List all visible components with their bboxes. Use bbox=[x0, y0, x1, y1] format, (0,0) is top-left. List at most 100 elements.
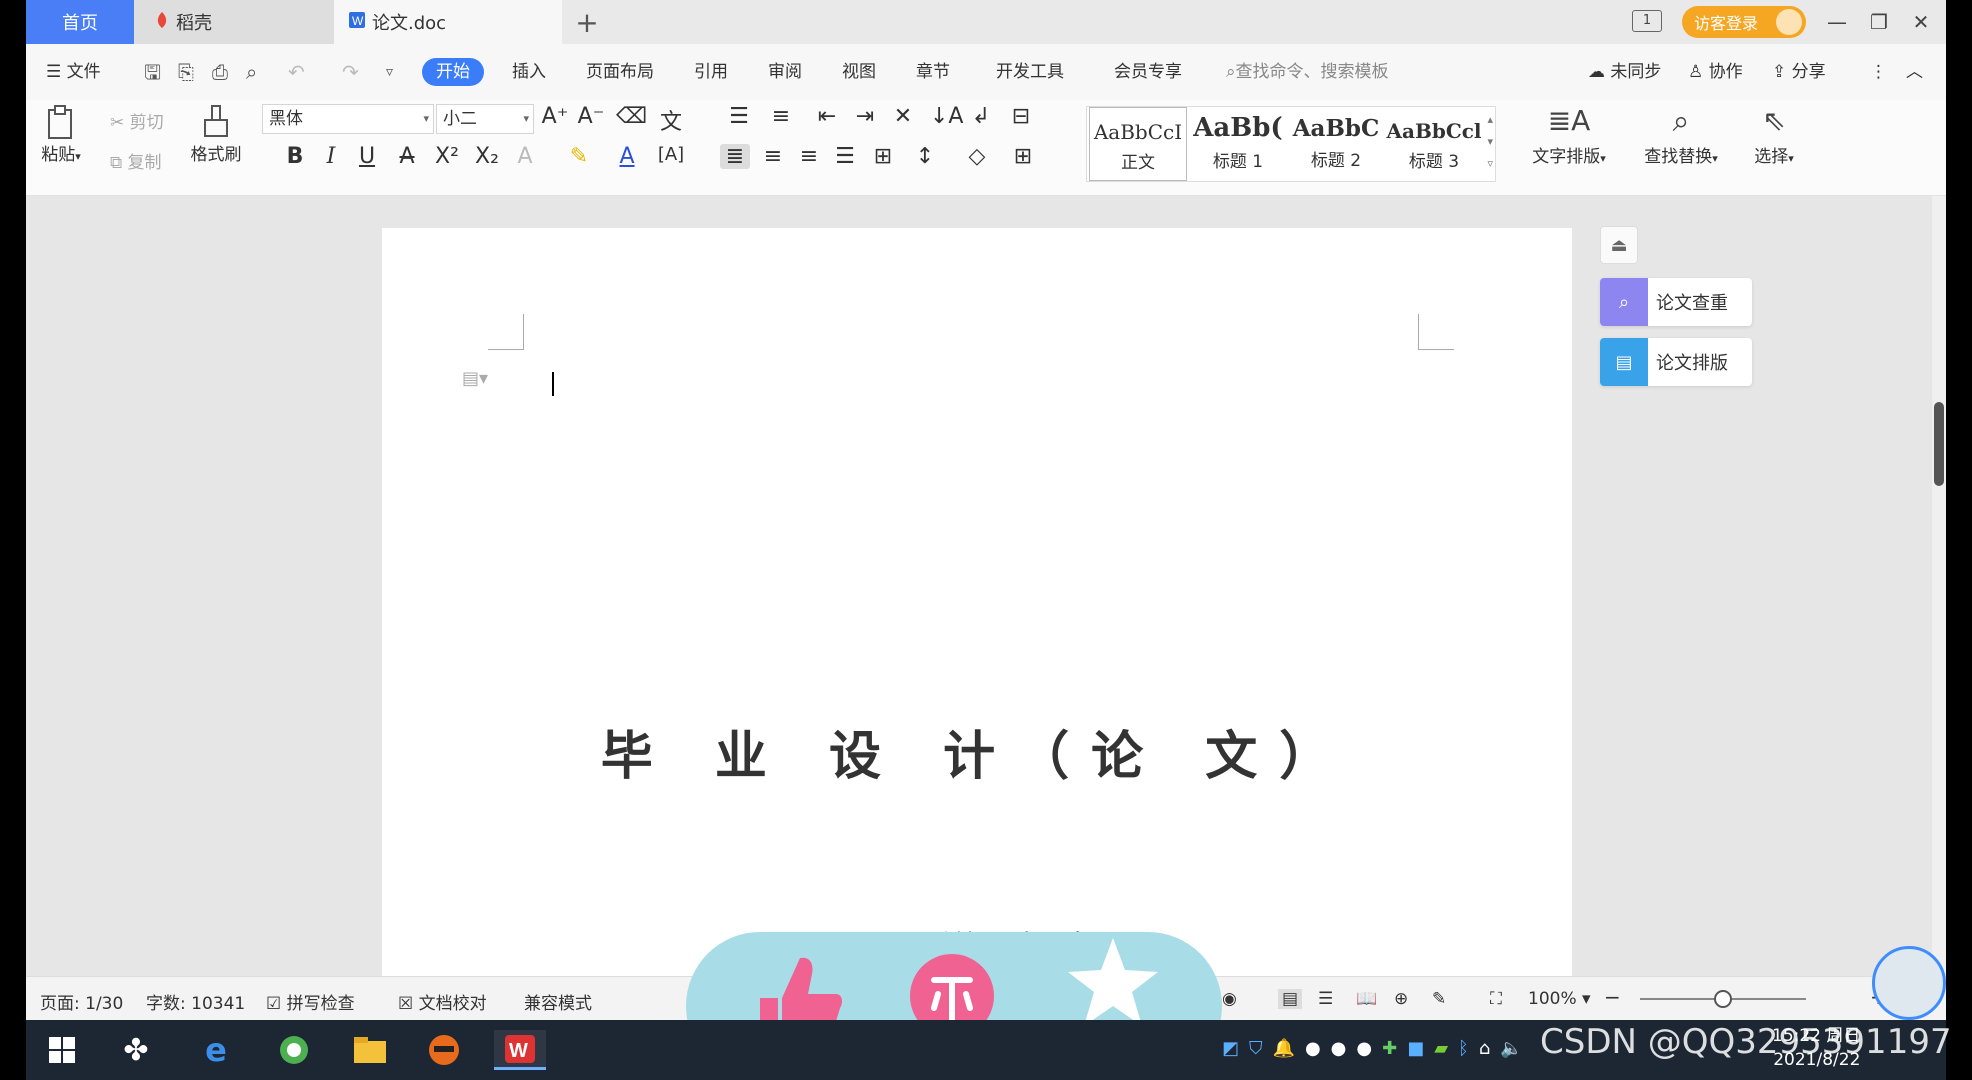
show-marks-icon[interactable]: ↲ bbox=[966, 104, 996, 129]
bluetooth-icon[interactable]: ᛒ bbox=[1458, 1038, 1469, 1059]
undo-icon[interactable]: ↶ bbox=[288, 58, 305, 86]
underline-icon[interactable]: U bbox=[352, 144, 382, 169]
find-replace-button[interactable]: ⌕ 查找替换▾ bbox=[1636, 104, 1726, 167]
align-left-icon[interactable]: ≣ bbox=[720, 144, 750, 169]
reading-view-icon[interactable]: 📖 bbox=[1356, 989, 1377, 1009]
align-center-icon[interactable]: ≡ bbox=[758, 144, 788, 169]
file-menu[interactable]: ☰ 文件 bbox=[46, 58, 101, 86]
star-icon[interactable] bbox=[1068, 934, 1158, 1034]
share-button[interactable]: ⇪ 分享 bbox=[1772, 58, 1826, 86]
phonetic-guide-icon[interactable]: 文 bbox=[656, 104, 686, 136]
side-panel-collapse-button[interactable]: ⏏ bbox=[1600, 226, 1638, 264]
zoom-out-icon[interactable]: − bbox=[1604, 985, 1621, 1009]
close-button[interactable]: ✕ bbox=[1906, 8, 1936, 36]
new-tab-button[interactable]: + bbox=[562, 0, 612, 44]
text-layout-button[interactable]: ≣A 文字排版▾ bbox=[1524, 104, 1614, 167]
ie-browser-icon[interactable]: e bbox=[196, 1030, 236, 1070]
borders-icon[interactable]: ⊞ bbox=[1008, 144, 1038, 169]
collapse-ribbon-icon[interactable]: ︿ bbox=[1906, 58, 1923, 86]
sort-icon[interactable]: ↓A bbox=[930, 104, 963, 129]
wps-taskbar-icon[interactable]: W bbox=[494, 1030, 546, 1070]
bold-icon[interactable]: B bbox=[280, 144, 310, 169]
tab-home[interactable]: 首页 bbox=[26, 0, 134, 44]
increase-indent-icon[interactable]: ⇥ bbox=[850, 104, 880, 129]
style-heading-3[interactable]: AaBbCcl 标题 3 bbox=[1385, 107, 1483, 181]
clear-format-icon[interactable]: ⌫ bbox=[616, 104, 647, 129]
numbered-list-icon[interactable]: ≡ bbox=[766, 104, 796, 129]
nvidia-icon[interactable]: ▰ bbox=[1434, 1038, 1448, 1059]
game-app-icon[interactable] bbox=[424, 1030, 464, 1070]
tray-app-icon[interactable]: ■ bbox=[1407, 1038, 1424, 1059]
subscript-icon[interactable]: X₂ bbox=[472, 144, 502, 169]
menu-insert[interactable]: 插入 bbox=[512, 58, 546, 86]
menu-chapter[interactable]: 章节 bbox=[916, 58, 950, 86]
document-page[interactable]: ▤▾ 毕 业 设 计（论 文） 题目：开…系统设计与实现 bbox=[382, 228, 1572, 988]
italic-icon[interactable]: I bbox=[316, 144, 346, 169]
vertical-scrollbar[interactable] bbox=[1932, 196, 1946, 976]
menu-references[interactable]: 引用 bbox=[694, 58, 728, 86]
strikethrough-icon[interactable]: A bbox=[392, 144, 422, 169]
grow-font-icon[interactable]: A⁺ bbox=[540, 104, 570, 129]
redo-icon[interactable]: ↷ bbox=[342, 58, 359, 86]
select-button[interactable]: ⇖ 选择▾ bbox=[1744, 104, 1804, 167]
align-right-icon[interactable]: ≡ bbox=[794, 144, 824, 169]
volume-icon[interactable]: 🔈 bbox=[1500, 1038, 1522, 1059]
style-heading-1[interactable]: AaBb(标题 1 bbox=[1189, 107, 1287, 181]
menu-page-layout[interactable]: 页面布局 bbox=[586, 58, 654, 86]
font-family-select[interactable]: 黑体 ▾ bbox=[262, 104, 434, 134]
tray-plus-icon[interactable]: ✚ bbox=[1382, 1038, 1397, 1059]
guest-login-button[interactable]: 访客登录 bbox=[1682, 6, 1806, 38]
collaborate-button[interactable]: ♙ 协作 bbox=[1688, 58, 1743, 86]
green-browser-icon[interactable] bbox=[274, 1030, 314, 1070]
restore-button[interactable]: ❐ bbox=[1864, 8, 1894, 36]
outline-view-icon[interactable]: ☰ bbox=[1318, 989, 1333, 1009]
spell-check[interactable]: ☑ 拼写检查 bbox=[266, 989, 355, 1014]
text-effect-icon[interactable]: A bbox=[510, 144, 540, 169]
superscript-icon[interactable]: X² bbox=[432, 144, 462, 169]
bell-icon[interactable]: 🔔 bbox=[1273, 1038, 1295, 1059]
format-painter-button[interactable]: 格式刷 bbox=[186, 104, 246, 165]
decrease-indent-icon[interactable]: ⇤ bbox=[812, 104, 842, 129]
windows-start-icon[interactable] bbox=[42, 1030, 82, 1070]
style-normal[interactable]: AaBbCcI 正文 bbox=[1089, 107, 1187, 181]
justify-icon[interactable]: ☰ bbox=[830, 144, 860, 169]
styles-scroll-icon[interactable]: ▴ ▾ ▿ bbox=[1487, 109, 1493, 175]
zoom-slider-knob[interactable] bbox=[1714, 990, 1732, 1008]
write-mode-icon[interactable]: ✎ bbox=[1432, 989, 1446, 1009]
font-color-icon[interactable]: A bbox=[612, 144, 642, 169]
word-count[interactable]: 字数: 10341 bbox=[146, 989, 245, 1014]
distributed-icon[interactable]: ⊞ bbox=[868, 144, 898, 169]
highlight-icon[interactable]: ✎ bbox=[564, 144, 594, 169]
print-preview-icon[interactable]: ⌕ bbox=[246, 58, 257, 86]
paste-button[interactable]: 粘贴▾ bbox=[38, 104, 84, 165]
command-search[interactable]: ⌕查找命令、搜索模板 bbox=[1226, 58, 1389, 86]
doc-proofread[interactable]: ☒ 文档校对 bbox=[398, 989, 487, 1014]
qq-icon[interactable]: ● bbox=[1331, 1038, 1347, 1059]
style-heading-2[interactable]: AaBbC 标题 2 bbox=[1287, 107, 1385, 181]
pinwheel-app-icon[interactable]: ✤ bbox=[116, 1030, 156, 1070]
ruler-icon[interactable]: ⊟ bbox=[1006, 104, 1036, 129]
export-pdf-icon[interactable]: ⎘ bbox=[178, 58, 194, 86]
tray-app-icon[interactable]: ◩ bbox=[1222, 1038, 1239, 1059]
zoom-select[interactable]: 100% ▾ bbox=[1528, 989, 1591, 1009]
menu-view[interactable]: 视图 bbox=[842, 58, 876, 86]
tab-document[interactable]: W 论文.doc bbox=[334, 0, 562, 44]
web-view-icon[interactable]: ⊕ bbox=[1394, 989, 1408, 1009]
zoom-slider[interactable] bbox=[1640, 990, 1806, 1008]
network-icon[interactable]: ⌂ bbox=[1479, 1038, 1490, 1059]
qq-icon[interactable]: ● bbox=[1305, 1038, 1321, 1059]
save-icon[interactable]: 🖫 bbox=[144, 58, 161, 86]
menu-member[interactable]: 会员专享 bbox=[1114, 58, 1182, 86]
line-spacing-icon[interactable]: ↕ bbox=[910, 144, 940, 169]
page-view-icon[interactable]: 1 bbox=[1632, 10, 1662, 32]
font-size-select[interactable]: 小二 ▾ bbox=[436, 104, 534, 134]
bullet-list-icon[interactable]: ☰ bbox=[724, 104, 754, 129]
minimize-button[interactable]: — bbox=[1822, 8, 1852, 36]
eye-protect-icon[interactable]: ◉ bbox=[1222, 989, 1237, 1009]
shading-icon[interactable]: ◇ bbox=[962, 144, 992, 169]
paragraph-handle-icon[interactable]: ▤▾ bbox=[462, 368, 488, 389]
page-view-mode-icon[interactable]: ▤ bbox=[1278, 989, 1303, 1009]
more-icon[interactable]: ⋮ bbox=[1870, 58, 1887, 86]
shrink-font-icon[interactable]: A⁻ bbox=[576, 104, 606, 129]
copy-button[interactable]: ⧉ 复制 bbox=[110, 148, 162, 173]
